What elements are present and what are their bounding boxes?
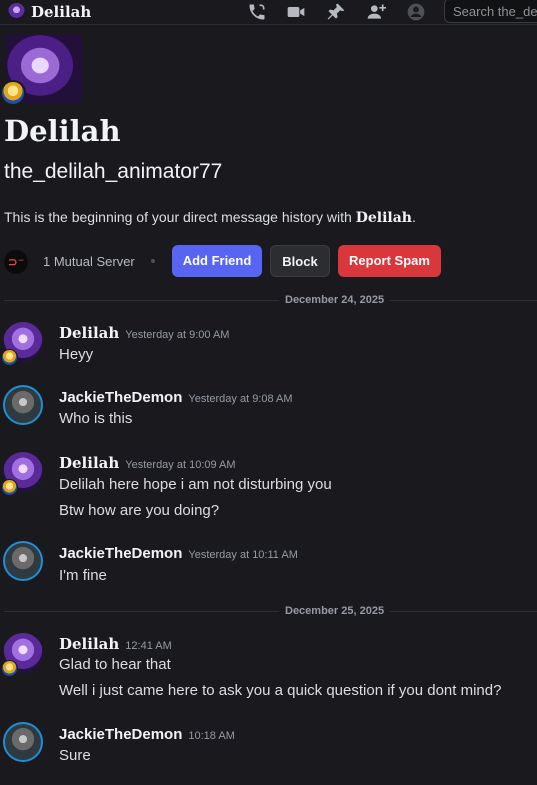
mutual-servers-link[interactable]: 1 Mutual Server	[43, 254, 135, 269]
message-text: Well i just came here to ask you a quick…	[59, 682, 502, 699]
message-author[interactable]: Delilah 12:41 AM	[59, 635, 172, 653]
date-divider-line	[4, 300, 537, 301]
add-friend-button[interactable]: Add Friend	[172, 245, 262, 277]
dm-intro-text: This is the beginning of your direct mes…	[4, 209, 416, 226]
search-input[interactable]: Search the_de	[444, 0, 537, 23]
avatar-decoration-badge	[1, 479, 18, 496]
message-text: Delilah here hope i am not disturbing yo…	[59, 476, 332, 493]
message-timestamp: Yesterday at 9:08 AM	[188, 393, 293, 405]
add-friends-to-dm-icon[interactable]	[366, 2, 386, 22]
top-bar: Delilah Search the_de	[0, 0, 537, 25]
message-author[interactable]: JackieTheDemon Yesterday at 10:11 AM	[59, 545, 298, 562]
intro-suffix: .	[412, 209, 416, 225]
user-profile-icon[interactable]	[406, 2, 426, 22]
message-text: I'm fine	[59, 567, 107, 584]
message-author[interactable]: JackieTheDemon Yesterday at 9:08 AM	[59, 389, 293, 406]
avatar-decoration-badge	[1, 660, 18, 677]
author-name[interactable]: Delilah	[59, 324, 119, 342]
message-text: Glad to hear that	[59, 656, 171, 673]
author-name[interactable]: Delilah	[59, 454, 119, 472]
message-timestamp: 12:41 AM	[125, 640, 172, 652]
block-button[interactable]: Block	[270, 245, 330, 277]
message-author[interactable]: JackieTheDemon 10:18 AM	[59, 726, 235, 743]
author-name[interactable]: JackieTheDemon	[59, 389, 182, 406]
message-timestamp: Yesterday at 10:11 AM	[188, 549, 298, 561]
dm-title[interactable]: Delilah	[31, 3, 91, 21]
date-divider-label: December 24, 2025	[279, 294, 391, 306]
message-author[interactable]: Delilah Yesterday at 10:09 AM	[59, 454, 236, 472]
author-name[interactable]: JackieTheDemon	[59, 545, 182, 562]
author-avatar[interactable]	[3, 722, 43, 762]
message-text: Who is this	[59, 410, 133, 427]
message-timestamp: Yesterday at 10:09 AM	[125, 459, 236, 471]
voice-call-icon[interactable]	[247, 2, 267, 22]
profile-display-name: Delilah	[4, 114, 121, 148]
pin-icon[interactable]	[326, 2, 346, 22]
intro-prefix: This is the beginning of your direct mes…	[4, 209, 356, 225]
report-spam-button[interactable]: Report Spam	[338, 245, 441, 277]
message-timestamp: 10:18 AM	[188, 730, 235, 742]
mutual-server-icon[interactable]: ⊃⁻	[4, 250, 28, 274]
author-avatar[interactable]	[3, 385, 43, 425]
intro-name: Delilah	[355, 210, 412, 226]
message-text: Sure	[59, 747, 91, 764]
avatar-decoration-badge	[0, 80, 26, 106]
author-avatar[interactable]	[3, 541, 43, 581]
date-divider-line	[4, 611, 537, 612]
date-divider-label: December 25, 2025	[279, 605, 391, 617]
dm-avatar-small[interactable]	[8, 3, 25, 20]
message-text: Heyy	[59, 346, 94, 363]
avatar-decoration-badge	[1, 349, 18, 366]
profile-username: the_delilah_animator77	[4, 160, 223, 183]
message-text: Btw how are you doing?	[59, 502, 220, 519]
video-call-icon[interactable]	[286, 2, 306, 22]
separator-dot	[151, 259, 155, 263]
author-name[interactable]: JackieTheDemon	[59, 726, 182, 743]
message-timestamp: Yesterday at 9:00 AM	[125, 329, 230, 341]
author-name[interactable]: Delilah	[59, 635, 119, 653]
message-author[interactable]: Delilah Yesterday at 9:00 AM	[59, 324, 229, 342]
